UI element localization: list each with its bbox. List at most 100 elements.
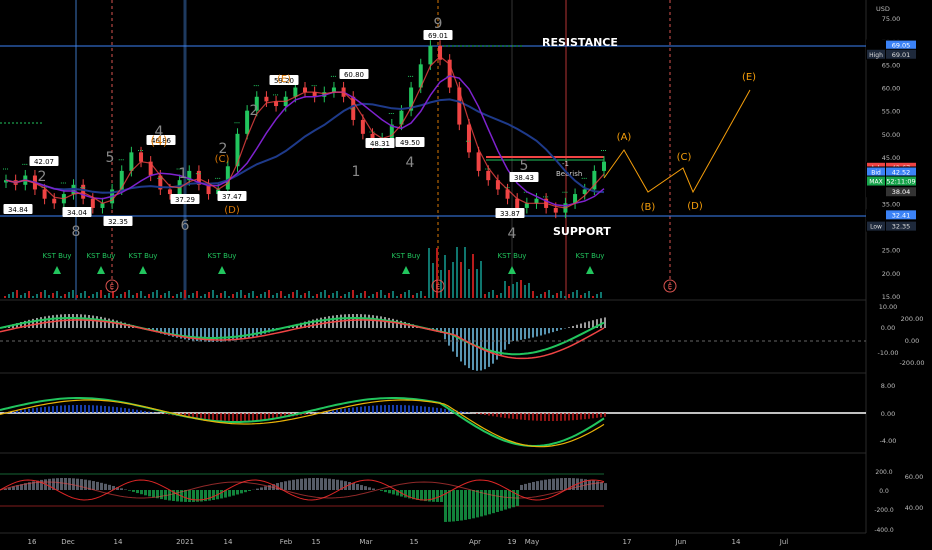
price-label: 69.01 <box>428 32 448 40</box>
resistance-label: RESISTANCE <box>542 36 618 49</box>
histogram-bar <box>536 328 538 337</box>
candle-body <box>293 87 298 97</box>
volume-bar <box>244 295 246 298</box>
histogram-bar <box>116 407 118 413</box>
pane-tick: 0.00 <box>881 410 895 418</box>
volume-bar <box>372 294 374 298</box>
histogram-bar <box>560 328 562 330</box>
histogram-bar <box>456 490 459 522</box>
volume-bar <box>32 296 34 298</box>
volume-bar <box>332 293 334 298</box>
histogram-bar <box>360 485 363 490</box>
histogram-bar <box>420 406 422 413</box>
candle-body <box>167 189 172 195</box>
histogram-bar <box>440 408 442 413</box>
volume-bar <box>444 255 446 298</box>
volume-bar <box>104 295 106 298</box>
volume-bar <box>16 290 18 298</box>
histogram-bar <box>20 409 22 413</box>
price-tick: 65.00 <box>882 61 901 69</box>
pane-tick: 10.00 <box>879 303 898 311</box>
candle-body <box>553 207 558 213</box>
volume-bar <box>84 291 86 298</box>
histogram-bar <box>352 407 354 413</box>
histogram-bar <box>604 483 607 490</box>
histogram-bar <box>364 486 367 490</box>
candle-body <box>428 45 433 65</box>
histogram-bar <box>540 480 543 490</box>
axis-tag-label: Low <box>870 224 882 231</box>
volume-bar <box>380 290 382 298</box>
histogram-bar <box>56 405 58 413</box>
candle-body <box>90 198 95 208</box>
price-label: 34.84 <box>8 206 29 214</box>
volume-bar <box>36 294 38 298</box>
histogram-bar <box>472 328 474 370</box>
volume-bar <box>452 262 454 298</box>
volume-bar <box>176 294 178 298</box>
histogram-bar <box>384 405 386 413</box>
volume-bar <box>596 294 598 298</box>
histogram-bar <box>28 408 30 413</box>
histogram-bar <box>300 478 303 490</box>
volume-bar <box>536 296 538 298</box>
histogram-bar <box>104 317 106 328</box>
volume-bar <box>600 292 602 298</box>
candle-body <box>602 161 606 171</box>
e-markers: EEE <box>105 279 677 293</box>
candle-body <box>486 170 491 181</box>
histogram-bar <box>212 490 215 500</box>
histogram-bar <box>532 481 535 490</box>
histogram-bar <box>136 490 139 494</box>
time-axis[interactable]: 16 Dec 14 2021 14 Feb 15 Mar 15 Apr 19 May 17 Jun 14 Ju… <box>28 538 789 546</box>
price-label: 49.50 <box>400 139 420 147</box>
candle-body <box>264 96 269 102</box>
histogram-bar <box>284 481 287 490</box>
kst-buy-label: KST Buy <box>87 252 116 260</box>
volume-bar <box>300 295 302 298</box>
kst-buy-arrow <box>586 266 594 274</box>
histogram-bar <box>72 314 74 328</box>
histogram-bar <box>372 405 374 413</box>
histogram-bar <box>424 406 426 413</box>
time-tick: Apr <box>469 538 481 546</box>
histogram-bar <box>308 413 310 414</box>
histogram-bar <box>24 409 26 413</box>
volume-bar <box>232 294 234 298</box>
projection-label: (C) <box>677 152 692 163</box>
histogram-bar <box>320 478 323 490</box>
histogram-bar <box>392 405 394 413</box>
pane-tick: 200.00 <box>901 315 924 323</box>
histogram-bar <box>208 413 210 420</box>
kst-buy-label: KST Buy <box>43 252 72 260</box>
price-label: 42.07 <box>34 158 54 166</box>
histogram-bar <box>428 406 430 413</box>
tradingview-chart[interactable]: RESISTANCE SUPPORT Bearish -1 42.0734.84… <box>0 0 932 550</box>
volume-bar <box>348 292 350 298</box>
kst-buy-arrow <box>508 266 516 274</box>
histogram-bar <box>136 409 138 413</box>
e-marker-label: E <box>436 283 440 291</box>
osc-line-yellow <box>0 399 605 448</box>
kst-buy-arrow <box>139 266 147 274</box>
histogram-bar <box>228 413 230 421</box>
volume-bar <box>504 281 506 298</box>
wave-label: 2 <box>38 169 47 185</box>
volume-bar <box>456 247 458 298</box>
price-axis[interactable]: 75.0070.0065.0060.0055.0050.0045.0040.00… <box>866 5 930 534</box>
volume-bar <box>156 290 158 298</box>
wave-label: 9 <box>434 16 443 32</box>
osc-line-green <box>0 397 605 447</box>
histogram-bar <box>464 490 467 520</box>
histogram-bar <box>252 328 254 337</box>
histogram-bar <box>524 328 526 340</box>
volume-bar <box>508 286 510 298</box>
histogram-bar <box>528 413 530 421</box>
price-tick: 60.00 <box>882 85 901 93</box>
histogram-bar <box>152 412 154 413</box>
histogram-bar <box>80 479 83 490</box>
histogram-bar <box>356 314 358 328</box>
price-label: 60.80 <box>344 71 364 79</box>
histogram-bar <box>112 406 114 413</box>
histogram-bar <box>476 490 479 518</box>
